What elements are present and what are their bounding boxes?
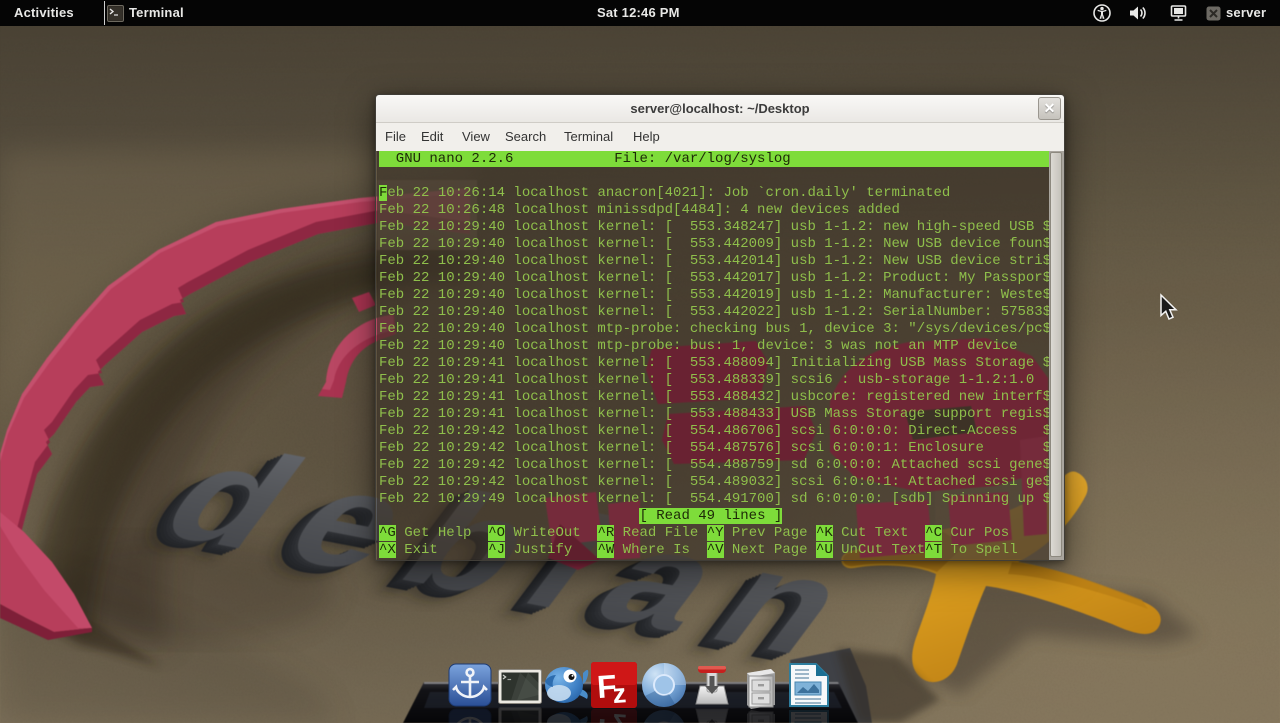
svg-text:z: z xyxy=(612,678,628,708)
svg-text:z: z xyxy=(612,709,628,723)
